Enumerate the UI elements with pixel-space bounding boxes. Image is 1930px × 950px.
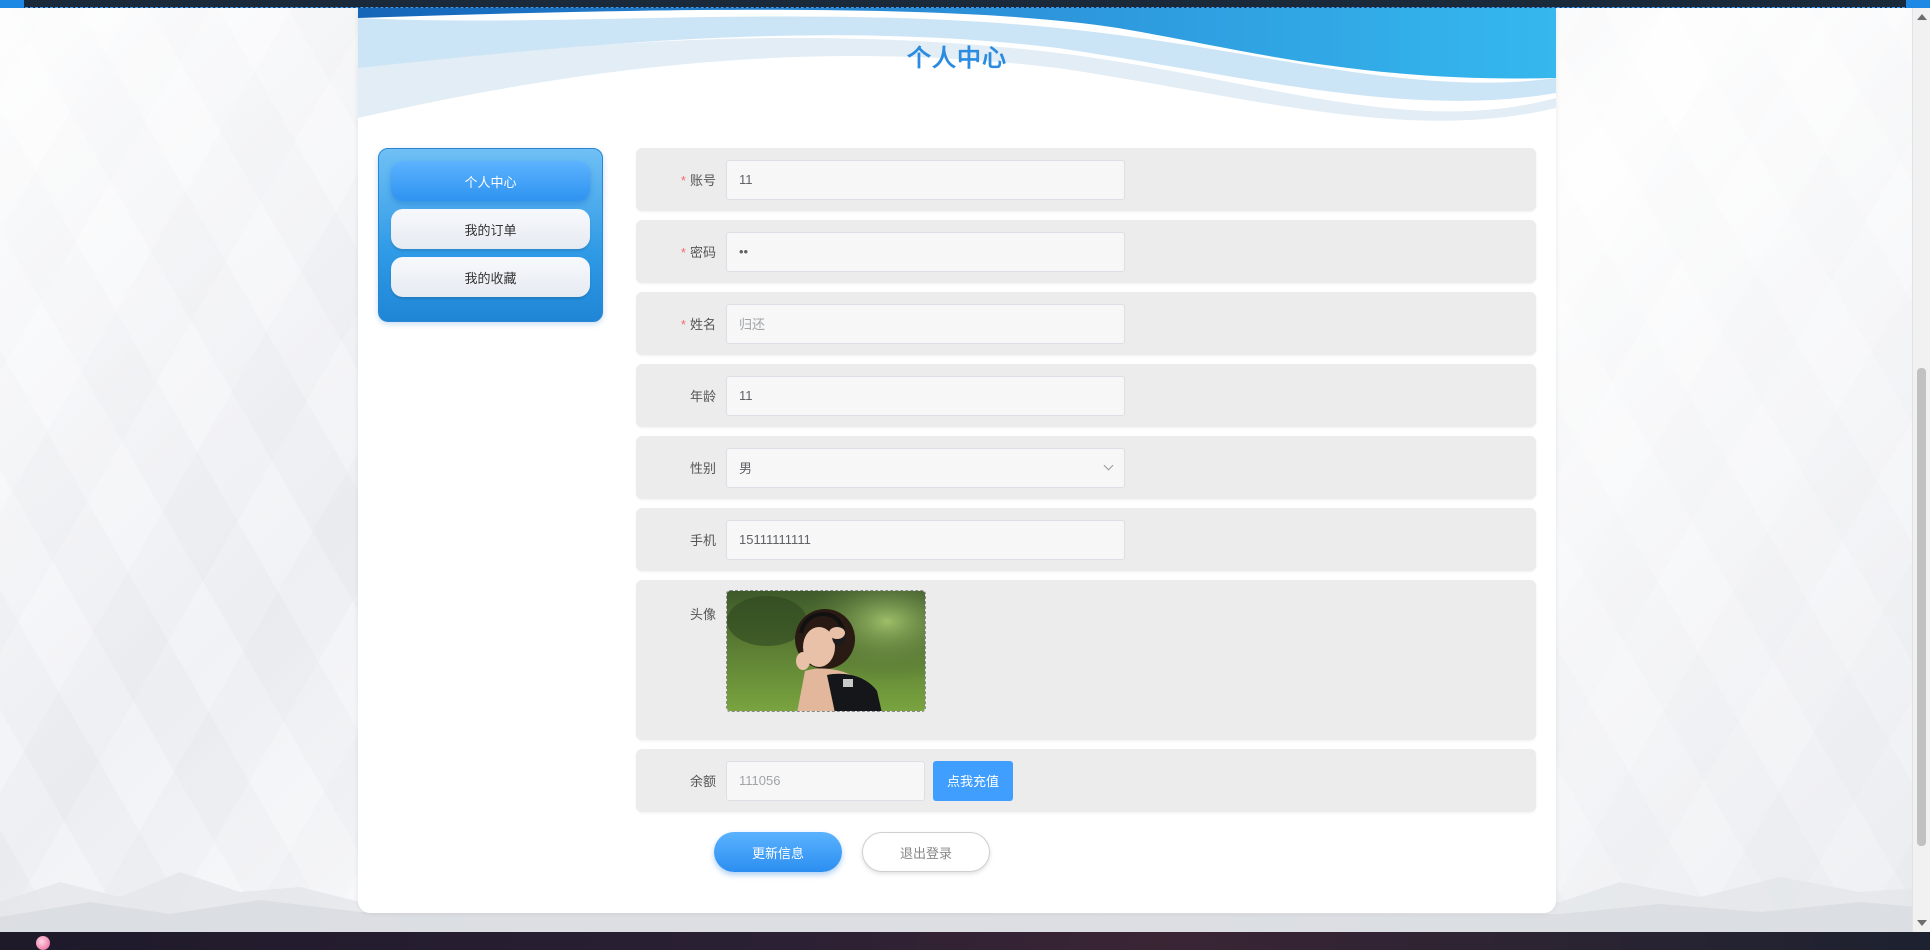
account-input[interactable]: 11 (726, 159, 1125, 200)
phone-input[interactable]: 15111111111 (726, 519, 1125, 560)
form-row-gender: 性别 男 (636, 436, 1536, 499)
page-title: 个人中心 (907, 45, 1007, 72)
form-row-age: 年龄 11 (636, 364, 1536, 427)
menu-item-favorites[interactable]: 我的收藏 (391, 257, 590, 297)
form-row-password: * 密码 •• (636, 220, 1536, 283)
menu-item-orders[interactable]: 我的订单 (391, 209, 590, 249)
menu-item-profile[interactable]: 个人中心 (391, 161, 590, 201)
balance-input[interactable]: 111056 (726, 760, 925, 801)
menu-item-label: 我的订单 (464, 222, 517, 238)
password-label: * 密码 (680, 245, 716, 260)
balance-label: 余额 (689, 774, 716, 789)
form-row-balance: 余额 111056 点我充值 (636, 749, 1536, 812)
profile-form: * 账号 11 * 密码 •• * 姓名 归还 年龄 11 性别 男 手机 15111… (636, 148, 1536, 821)
gender-select-value: 男 (739, 461, 753, 476)
scrollbar-thumb[interactable] (1917, 368, 1926, 846)
app-icon[interactable] (36, 936, 50, 950)
recharge-button[interactable]: 点我充值 (933, 760, 1014, 801)
avatar-photo (727, 591, 925, 711)
phone-label: 手机 (689, 533, 716, 548)
side-menu: 个人中心 我的订单 我的收藏 (378, 148, 603, 322)
age-input[interactable]: 11 (726, 375, 1125, 416)
taskbar (0, 932, 1930, 950)
password-input[interactable]: •• (726, 231, 1125, 272)
required-mark: * (680, 173, 686, 188)
form-row-account: * 账号 11 (636, 148, 1536, 211)
account-label: * 账号 (680, 173, 716, 188)
age-label: 年龄 (689, 389, 716, 404)
menu-item-label: 个人中心 (464, 174, 517, 190)
form-row-phone: 手机 15111111111 (636, 508, 1536, 571)
scroll-up-icon[interactable] (1917, 14, 1927, 20)
name-input[interactable]: 归还 (726, 303, 1125, 344)
name-label: * 姓名 (680, 317, 716, 332)
profile-card: 个人中心 个人中心 我的订单 我的收藏 * 账号 11 * 密码 •• * 姓名 归还… (358, 8, 1556, 913)
update-info-button[interactable]: 更新信息 (714, 832, 842, 872)
gender-select[interactable]: 男 (726, 447, 1125, 488)
required-mark: * (680, 245, 686, 260)
menu-item-label: 我的收藏 (464, 270, 517, 286)
form-row-avatar: 头像 (636, 580, 1536, 740)
form-row-name: * 姓名 归还 (636, 292, 1536, 355)
logout-button[interactable]: 退出登录 (862, 832, 990, 872)
avatar-upload[interactable] (726, 590, 926, 712)
form-actions: 更新信息 退出登录 (714, 832, 990, 872)
header-banner: 个人中心 (358, 8, 1556, 133)
page-scrollbar[interactable] (1912, 8, 1930, 932)
gender-label: 性别 (689, 461, 716, 476)
chevron-down-icon (1103, 460, 1114, 471)
scroll-down-icon[interactable] (1917, 920, 1927, 926)
required-mark: * (680, 317, 686, 332)
browser-top-strip (0, 0, 1930, 8)
avatar-label: 头像 (689, 607, 716, 622)
